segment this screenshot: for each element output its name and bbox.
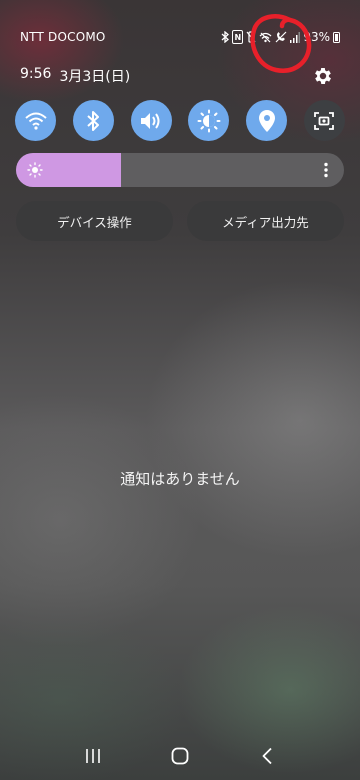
clock-time: 9:56 xyxy=(20,66,52,82)
datetime-row: 9:56 3月3日(日) xyxy=(20,66,130,86)
bluetooth-icon xyxy=(221,30,230,44)
auto-rotate-toggle[interactable] xyxy=(188,100,230,141)
wifi-toggle[interactable] xyxy=(15,100,56,141)
nfc-icon: N xyxy=(232,30,244,44)
location-toggle[interactable] xyxy=(246,100,288,141)
more-options-icon[interactable] xyxy=(320,161,332,179)
wifi-icon xyxy=(24,112,47,130)
sound-icon xyxy=(141,112,160,129)
navigation-bar xyxy=(0,732,360,780)
red-annotation-circle xyxy=(250,14,312,73)
home-button[interactable] xyxy=(165,741,195,771)
device-control-button[interactable]: デバイス操作 xyxy=(16,201,173,241)
recent-apps-icon xyxy=(86,749,101,763)
sound-toggle[interactable] xyxy=(130,100,172,141)
carrier-name: NTT DOCOMO xyxy=(20,30,106,44)
gear-icon xyxy=(315,68,331,84)
brightness-icon xyxy=(27,162,43,178)
media-output-button[interactable]: メディア出力先 xyxy=(187,201,344,241)
bluetooth-icon xyxy=(87,110,100,131)
quick-settings-row xyxy=(15,100,345,141)
back-button[interactable] xyxy=(252,741,282,771)
rotate-icon xyxy=(197,109,221,132)
home-icon xyxy=(171,747,189,765)
recent-apps-button[interactable] xyxy=(78,741,108,771)
settings-button[interactable] xyxy=(312,65,334,87)
battery-icon xyxy=(333,31,340,43)
location-icon xyxy=(258,109,275,132)
back-icon xyxy=(262,747,272,765)
brightness-slider[interactable] xyxy=(16,153,344,187)
screen-capture-icon xyxy=(314,111,335,130)
bluetooth-toggle[interactable] xyxy=(72,100,114,141)
no-notifications-message: 通知はありません xyxy=(120,470,240,488)
screen-capture-toggle[interactable] xyxy=(303,100,345,141)
date-label: 3月3日(日) xyxy=(59,69,131,85)
panel-buttons-row: デバイス操作 メディア出力先 xyxy=(16,201,344,241)
